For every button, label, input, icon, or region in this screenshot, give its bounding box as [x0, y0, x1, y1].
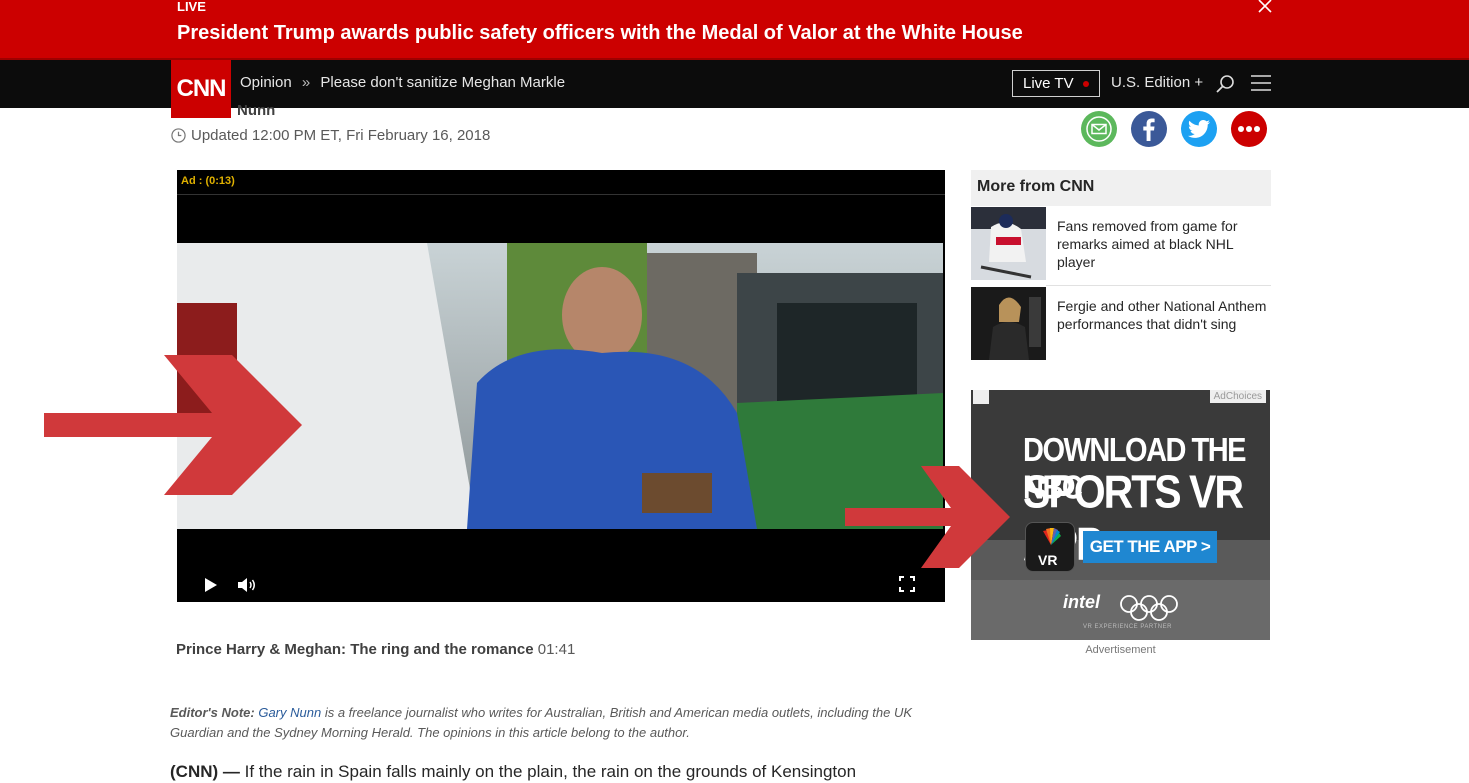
volume-icon[interactable] — [237, 576, 257, 599]
intel-logo: intel — [1063, 592, 1101, 612]
video-title: Prince Harry & Meghan: The ring and the … — [176, 641, 534, 658]
annotation-arrow-right — [845, 466, 1010, 568]
editors-note-label: Editor's Note: — [170, 705, 255, 720]
cnn-logo[interactable]: CNN — [171, 60, 231, 118]
top-nav: CNN Opinion » Please don't sanitize Megh… — [0, 60, 1469, 118]
fullscreen-icon[interactable] — [899, 576, 915, 597]
editors-note: Editor's Note: Gary Nunn is a freelance … — [170, 703, 930, 743]
ad-countdown: Ad : (0:13) — [181, 175, 235, 187]
updated-timestamp: Updated 12:00 PM ET, Fri February 16, 20… — [171, 127, 490, 147]
live-tv-button[interactable]: Live TV — [1012, 70, 1100, 97]
lead-text: If the rain in Spain falls mainly on the… — [239, 762, 857, 781]
email-icon[interactable] — [1081, 111, 1117, 147]
annotation-arrow-left — [44, 355, 302, 495]
author-link[interactable]: Gary Nunn — [258, 705, 321, 720]
ad-info-icon[interactable] — [973, 390, 989, 404]
search-icon[interactable] — [1215, 74, 1235, 94]
adchoices-label[interactable]: AdChoices — [1209, 390, 1266, 403]
video-duration: 01:41 — [537, 641, 576, 658]
live-tv-label: Live TV — [1023, 75, 1074, 92]
breaking-news-banner[interactable]: LIVE President Trump awards public safet… — [0, 0, 1469, 60]
svg-text:VR: VR — [1038, 552, 1057, 568]
breadcrumb-section[interactable]: Opinion — [240, 74, 292, 91]
divider — [1046, 285, 1271, 286]
dateline: (CNN) — — [170, 762, 240, 781]
play-icon[interactable] — [201, 576, 219, 599]
breadcrumb-title: Please don't sanitize Meghan Markle — [320, 74, 566, 91]
twitter-icon[interactable] — [1181, 111, 1217, 147]
menu-icon[interactable] — [1251, 75, 1271, 91]
facebook-icon[interactable] — [1131, 111, 1167, 147]
advertisement-label: Advertisement — [1085, 644, 1156, 656]
olympic-rings-icon — [1119, 594, 1179, 627]
video-caption[interactable]: Prince Harry & Meghan: The ring and the … — [176, 641, 575, 658]
list-item-text[interactable]: Fans removed from game for remarks aimed… — [1057, 217, 1267, 271]
nbc-peacock-icon: VR — [1025, 522, 1075, 572]
live-label: LIVE — [177, 0, 206, 14]
get-the-app-button[interactable]: GET THE APP > — [1083, 531, 1217, 563]
list-item[interactable]: Fans removed from game for remarks aimed… — [971, 207, 1271, 286]
hockey-thumbnail[interactable] — [971, 207, 1046, 280]
breaking-headline[interactable]: President Trump awards public safety off… — [177, 22, 1023, 45]
article-lead: (CNN) — If the rain in Spain falls mainl… — [170, 762, 856, 782]
close-icon[interactable] — [1255, 0, 1275, 16]
anthem-thumbnail[interactable] — [971, 287, 1046, 360]
breadcrumb-separator: » — [301, 74, 311, 91]
list-item[interactable]: Fergie and other National Anthem perform… — [971, 287, 1271, 365]
divider — [177, 194, 945, 195]
nbc-vr-ad[interactable]: AdChoices DOWNLOAD THE NBC SPORTS VR APP… — [971, 390, 1270, 640]
clock-icon — [171, 128, 186, 147]
edition-selector[interactable]: U.S. Edition + — [1111, 74, 1203, 91]
live-dot-icon — [1083, 81, 1089, 87]
more-from-cnn-heading: More from CNN — [971, 170, 1271, 206]
breadcrumb: Opinion » Please don't sanitize Meghan M… — [240, 74, 565, 91]
byline[interactable]: Nunn — [237, 102, 275, 119]
updated-text: Updated 12:00 PM ET, Fri February 16, 20… — [191, 127, 491, 144]
partner-subtitle: VR EXPERIENCE PARTNER — [1083, 624, 1172, 630]
more-icon[interactable] — [1231, 111, 1267, 147]
list-item-text[interactable]: Fergie and other National Anthem perform… — [1057, 297, 1267, 333]
